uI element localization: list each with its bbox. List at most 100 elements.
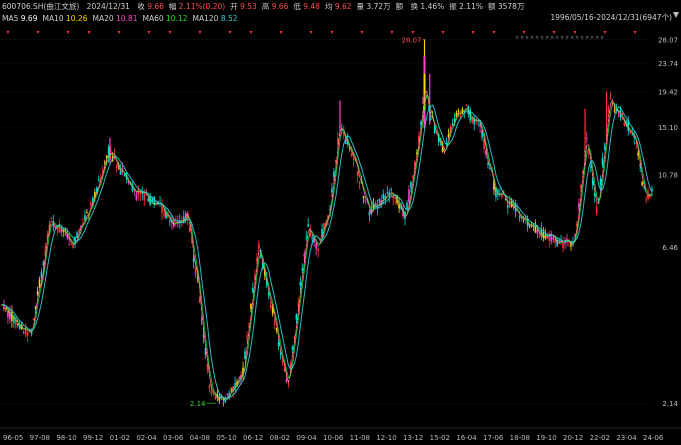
kline-chart: × × × × × × × × × × × × × × × × × × 28.072.14 28.0723.741…: [0, 31, 681, 442]
candle-body: [163, 213, 165, 216]
candle-body: [281, 360, 284, 362]
x-tick-label: 05-10: [216, 434, 236, 442]
event-marker: ×: [515, 35, 519, 41]
event-marker: [6, 31, 10, 34]
candle-body: [552, 237, 555, 240]
ma-legend-item: MA120 8.52: [193, 14, 238, 23]
event-marker: ×: [535, 35, 539, 41]
candle-body: [601, 157, 604, 165]
event-marker: [492, 31, 496, 34]
ma-label: MA120: [192, 14, 221, 23]
event-marker: ×: [595, 35, 599, 41]
event-marker: [228, 31, 232, 34]
candle-body: [465, 105, 468, 106]
candle-body: [536, 229, 539, 234]
candle-body: [358, 181, 361, 184]
quote-field-value: 9.66: [271, 2, 289, 11]
candle-body: [5, 308, 7, 310]
event-marker: [411, 31, 415, 34]
quote-field-label: 振: [449, 2, 460, 11]
ma-line: [1, 90, 653, 401]
event-marker: [573, 31, 577, 34]
event-marker: ×: [530, 35, 534, 41]
quote-field-label: 额: [487, 2, 498, 11]
y-tick-label: 15.10: [658, 124, 678, 132]
quote-field-value: 9.66: [147, 2, 164, 11]
ma-line: [1, 104, 653, 400]
y-tick-label: 2.14: [662, 400, 678, 408]
x-tick-label: 01-02: [110, 434, 130, 442]
candle-body: [38, 279, 41, 288]
event-marker: [279, 31, 283, 34]
x-tick-label: 15-02: [430, 434, 450, 442]
x-tick-label: 20-12: [563, 434, 583, 442]
candle-body: [599, 178, 602, 185]
event-marker: ×: [520, 35, 524, 41]
candle-body: [40, 271, 43, 279]
quote-field: 低 9.48: [293, 2, 320, 11]
quote-field: 幅 2.11%(0.20): [169, 2, 225, 11]
candle-body: [285, 378, 288, 382]
quote-field-value: 1.46%: [420, 2, 445, 11]
candle-body: [22, 332, 25, 334]
y-tick-label: 10.78: [658, 172, 678, 180]
x-tick-label: 02-04: [136, 434, 157, 442]
event-marker: ×: [580, 35, 584, 41]
candle-body: [406, 202, 408, 210]
event-marker: [168, 31, 172, 34]
candle-body: [301, 268, 304, 271]
x-tick-label: 19-10: [536, 434, 556, 442]
ma-label: MA20: [92, 14, 117, 23]
x-tick-label: 12-10: [376, 434, 396, 442]
candle-body: [212, 393, 215, 395]
event-marker: [66, 31, 70, 34]
y-tick-label: 6.46: [662, 244, 678, 252]
event-markers: × × × × × × × × × × × × × × × × × ×: [6, 31, 637, 41]
event-marker: [360, 31, 364, 34]
candle-body: [410, 181, 412, 188]
event-marker: ×: [585, 35, 589, 41]
quote-field-value: 9.53: [240, 2, 257, 11]
candle-body: [258, 243, 260, 250]
x-tick-label: 08-02: [270, 434, 290, 442]
candle-body: [378, 199, 381, 202]
candle-body: [244, 351, 246, 360]
candle-body: [382, 193, 385, 199]
candle-body: [135, 194, 138, 200]
ma-legend: MA5 9.69 MA10 10.26 MA20 10.81 MA60 10.12 MA…: [2, 13, 243, 24]
x-axis: 96-05 97-08 98-10 99-12 01-02 02-04 03-06 04-08…: [0, 427, 681, 442]
candle-body: [194, 266, 197, 275]
quote-field-label: 均: [324, 2, 335, 11]
ma-value: 10.26: [66, 14, 88, 23]
x-tick-label: 23-04: [616, 434, 637, 442]
candle-body: [169, 220, 171, 222]
candle-body: [578, 203, 580, 208]
candle-body: [580, 184, 582, 189]
quote-field: 高 9.66: [262, 2, 289, 11]
quote-field: 均 9.62: [325, 2, 352, 11]
event-marker: [330, 31, 334, 34]
candle-body: [295, 314, 298, 320]
candle-body: [192, 258, 195, 263]
event-marker: [441, 31, 445, 34]
candle-body: [364, 199, 367, 202]
y-axis: 28.07 23.74 19.42 15.10 10.78 6.46 2.14: [658, 36, 679, 408]
ma-label: MA10: [42, 14, 66, 23]
quote-field-value: 9.48: [303, 2, 320, 11]
candle-body: [538, 235, 541, 237]
event-marker: [198, 31, 202, 34]
quote-field-label: 高: [261, 2, 272, 11]
candle-body: [518, 216, 521, 218]
candle-body: [7, 311, 9, 318]
event-marker: [603, 31, 607, 34]
quote-field-label: 幅: [168, 2, 179, 11]
quote-field-label: 低: [293, 2, 304, 11]
candle-body: [609, 98, 612, 99]
x-tick-label: 96-05: [3, 434, 23, 442]
candle-body: [315, 244, 317, 249]
event-marker: ×: [600, 35, 604, 41]
dropdown-arrow-icon[interactable]: [673, 12, 679, 18]
quote-header: 600706.SH(曲江文旅) 2024/12/31 收 9.66 幅 2.11%…: [2, 1, 529, 12]
candle-body: [641, 182, 643, 185]
candle-body: [362, 196, 365, 199]
